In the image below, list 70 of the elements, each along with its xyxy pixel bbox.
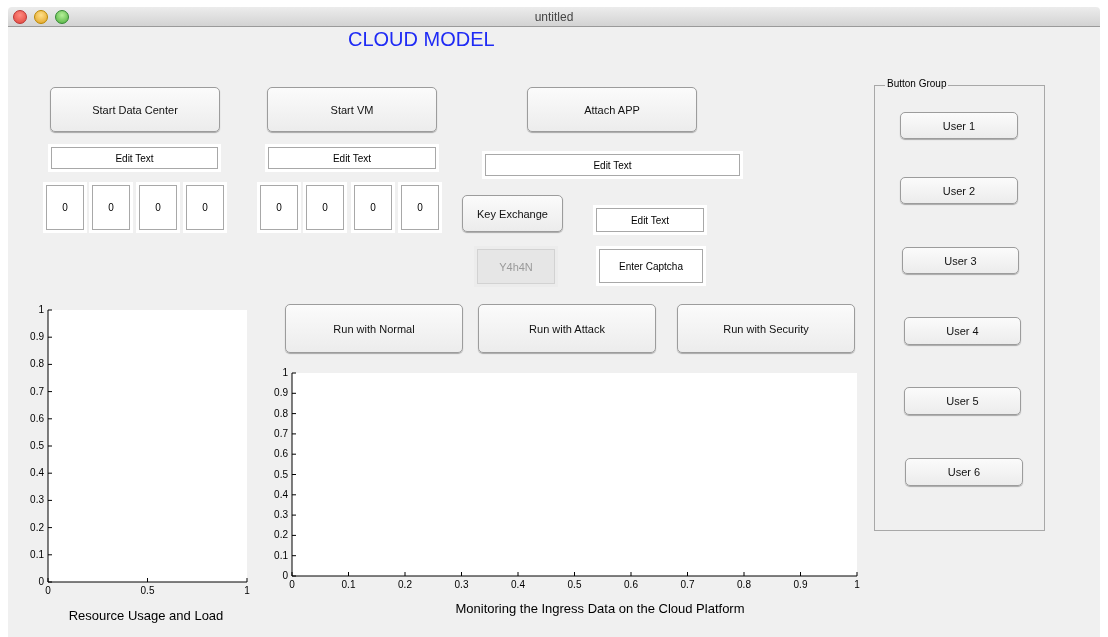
action-button[interactable]: Attach APP	[527, 87, 697, 132]
tick-label: 0.9	[274, 387, 288, 399]
input-field[interactable]: 0	[306, 185, 344, 230]
action-button[interactable]: Run with Attack	[478, 304, 656, 353]
tick-label: 0.4	[511, 579, 525, 590]
tick-label: 0.1	[341, 579, 356, 590]
user-button[interactable]: User 6	[905, 458, 1023, 486]
user-button[interactable]: User 2	[900, 177, 1018, 204]
tick-label: 1	[854, 579, 860, 590]
window-title: untitled	[534, 9, 574, 24]
tick-label: 0.8	[30, 358, 44, 370]
tick-label: 0.3	[274, 509, 288, 521]
action-button[interactable]: Run with Normal	[285, 304, 463, 353]
tick-label: 0.7	[30, 385, 44, 397]
tick-label: 0.8	[737, 579, 751, 590]
input-field[interactable]: Edit Text	[485, 154, 740, 176]
action-button[interactable]: Run with Security	[677, 304, 855, 353]
tick-label: 0.5	[30, 440, 44, 451]
user-button[interactable]: User 4	[904, 317, 1021, 345]
axis-label: Resource Usage and Load	[68, 608, 224, 623]
input-field[interactable]: 0	[260, 185, 298, 230]
input-field[interactable]: 0	[401, 185, 439, 230]
tick-label: 0.4	[30, 467, 44, 479]
tick-label: 0.7	[680, 579, 695, 590]
tick-label: 1	[282, 367, 288, 378]
input-field[interactable]: 0	[186, 185, 224, 230]
minimize-icon[interactable]	[34, 9, 48, 24]
input-field[interactable]: 0	[46, 185, 84, 230]
input-field[interactable]: Edit Text	[51, 147, 218, 169]
tick-label: 0	[282, 570, 288, 581]
user-button[interactable]: User 5	[904, 387, 1021, 415]
tick-label: 0.2	[30, 521, 44, 533]
tick-label: 0.2	[274, 529, 288, 541]
tick-label: 0.6	[274, 448, 288, 460]
tick-label: 0.5	[140, 585, 155, 596]
tick-label: 0	[38, 576, 44, 587]
tick-label: 0.6	[624, 579, 638, 590]
input-field[interactable]: 0	[354, 185, 392, 230]
tick-label: 0	[289, 579, 295, 590]
tick-label: 0.1	[30, 548, 44, 560]
tick-label: 0.3	[30, 494, 44, 506]
tick-label: 0.9	[30, 331, 44, 343]
tick-label: 0.2	[398, 579, 412, 590]
action-button[interactable]: Start Data Center	[50, 87, 220, 132]
tick-label: 0.8	[274, 407, 288, 419]
input-field[interactable]: Edit Text	[596, 208, 704, 232]
tick-label: 0.3	[454, 579, 469, 590]
tick-label: 0.9	[793, 579, 808, 590]
tick-label: 0.1	[274, 549, 288, 561]
user-button[interactable]: User 3	[902, 247, 1019, 274]
tick-label: 1	[244, 585, 250, 596]
tick-label: 0.6	[30, 412, 44, 424]
app-heading: CLOUD MODEL	[348, 28, 495, 51]
action-button[interactable]: Key Exchange	[462, 195, 563, 232]
action-button[interactable]: Start VM	[267, 87, 437, 132]
input-field[interactable]: Edit Text	[268, 147, 436, 169]
user-button[interactable]: User 1	[900, 112, 1018, 139]
panel-title: Button Group	[885, 78, 949, 89]
close-icon[interactable]	[13, 9, 27, 24]
input-field[interactable]: 0	[92, 185, 130, 230]
axis-label: Monitoring the Ingress Data on the Cloud Platform	[455, 601, 745, 616]
input-field[interactable]: Enter Captcha	[599, 249, 703, 283]
tick-label: 0.7	[274, 427, 288, 439]
input-field[interactable]: 0	[139, 185, 177, 230]
tick-label: 1	[38, 304, 44, 315]
tick-label: 0.5	[567, 579, 582, 590]
tick-label: 0	[45, 585, 51, 596]
tick-label: 0.5	[274, 468, 288, 480]
tick-label: 0.4	[274, 488, 288, 500]
zoom-icon[interactable]	[55, 9, 69, 24]
